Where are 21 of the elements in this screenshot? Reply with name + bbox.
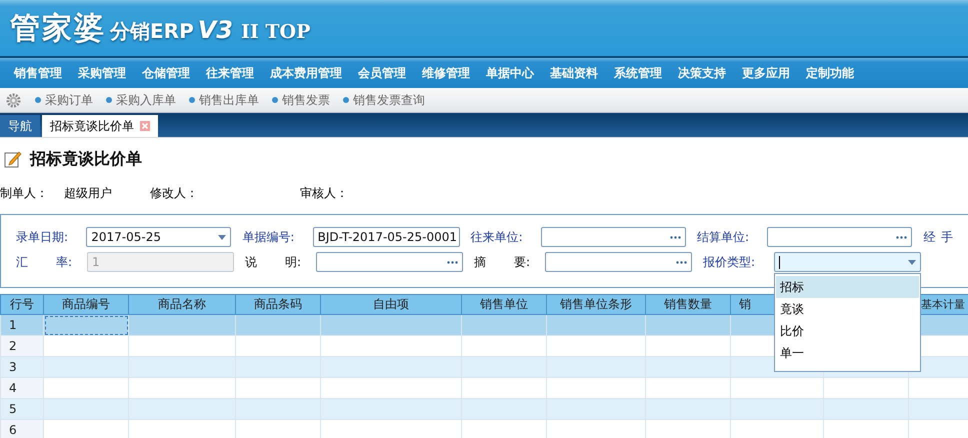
field-label: 报价类型: bbox=[703, 254, 756, 270]
row-number: 1 bbox=[0, 314, 44, 336]
row-number: 4 bbox=[0, 378, 44, 398]
field-label: 修改人： bbox=[150, 184, 198, 202]
field-label: 结算单位: bbox=[696, 228, 750, 246]
row-number: 2 bbox=[0, 336, 44, 356]
field-label: 说 明: bbox=[245, 254, 301, 270]
row-number: 6 bbox=[0, 420, 44, 438]
field-value: 超级用户 bbox=[64, 184, 112, 202]
field-label: 往来单位: bbox=[470, 228, 524, 246]
field-label: 经 手 bbox=[923, 228, 953, 246]
logo: 管家婆 分销ERP V3 II TOP bbox=[10, 10, 310, 48]
field-label: 单据编号: bbox=[242, 228, 296, 246]
field-label: 制单人： bbox=[0, 184, 48, 202]
row-number: 3 bbox=[0, 356, 44, 378]
field-label: 审核人： bbox=[300, 184, 348, 202]
field-label: 摘 要: bbox=[474, 254, 530, 270]
row-number: 5 bbox=[0, 398, 44, 420]
page-title: 招标竟谈比价单 bbox=[30, 148, 142, 170]
field-label: 汇 率: bbox=[16, 254, 72, 270]
field-label: 录单日期: bbox=[16, 228, 70, 246]
